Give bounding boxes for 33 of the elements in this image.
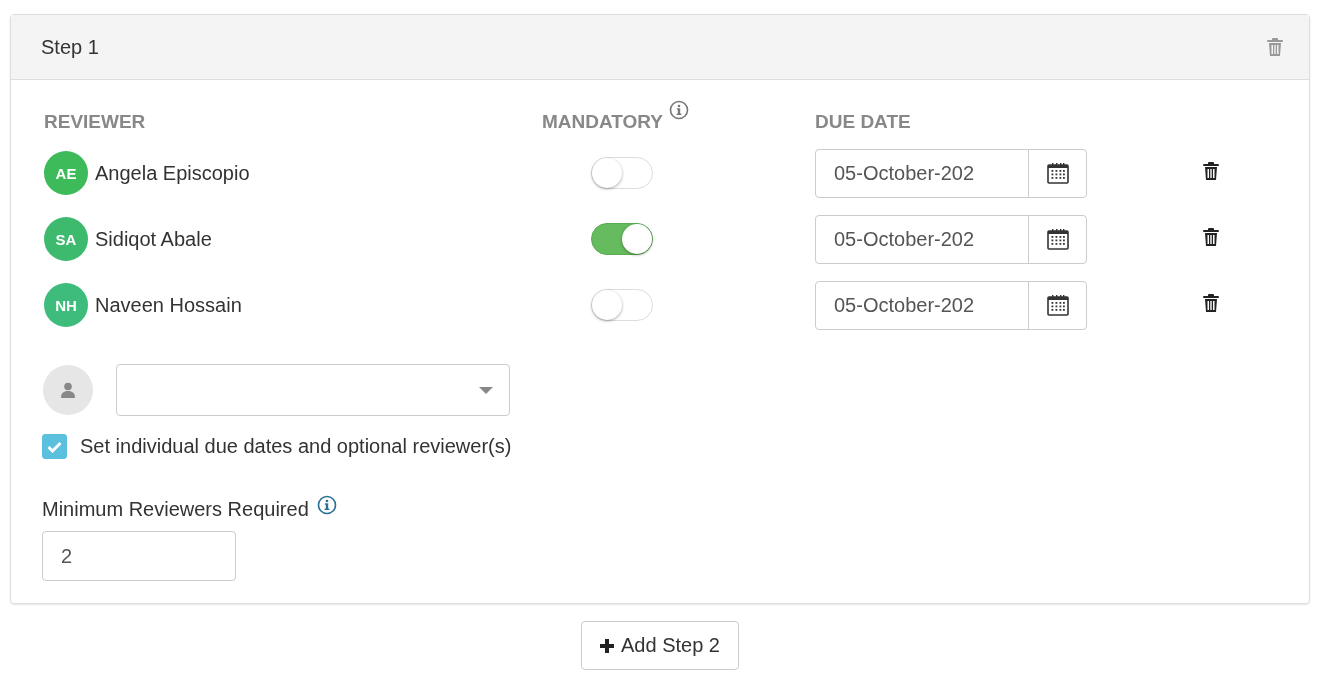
column-heading: REVIEWER xyxy=(44,111,146,133)
avatar: SA xyxy=(44,217,88,261)
delete-icon[interactable] xyxy=(1203,162,1219,180)
step-title: Step 1 xyxy=(41,35,99,59)
delete-icon[interactable] xyxy=(1203,228,1219,246)
field-label: Minimum Reviewers Required xyxy=(42,498,309,521)
toggle-switch[interactable] xyxy=(591,223,653,255)
column-heading: MANDATORY xyxy=(542,111,664,133)
date-field[interactable]: 05-October-202 xyxy=(815,148,1087,198)
number-input[interactable]: 2 xyxy=(42,531,236,581)
column-heading: DUE DATE xyxy=(815,111,911,133)
plus-icon xyxy=(600,638,614,653)
date-field[interactable]: 05-October-202 xyxy=(815,280,1087,330)
avatar: NH xyxy=(44,283,88,327)
delete-icon[interactable] xyxy=(1203,294,1219,312)
calendar-icon xyxy=(1046,162,1069,184)
add-step-button[interactable]: Add Step 2 xyxy=(581,621,739,670)
info-icon[interactable] xyxy=(669,100,690,120)
reviewer-name: Naveen Hossain xyxy=(95,293,242,317)
avatar: AE xyxy=(44,151,88,195)
reviewer-name: Angela Episcopio xyxy=(95,161,250,185)
calendar-icon xyxy=(1046,294,1069,316)
info-icon[interactable] xyxy=(316,495,337,515)
reviewer-select[interactable] xyxy=(116,364,510,416)
reviewer-name: Sidiqot Abale xyxy=(95,227,212,251)
calendar-icon xyxy=(1046,228,1069,250)
checkbox-label: Set individual due dates and optional reviewer(s) xyxy=(80,435,512,458)
person-avatar-icon xyxy=(43,365,93,415)
caret-icon xyxy=(479,386,493,394)
check-icon xyxy=(47,440,62,453)
checkbox[interactable] xyxy=(42,434,67,459)
delete-step-icon[interactable] xyxy=(1267,38,1283,56)
date-field[interactable]: 05-October-202 xyxy=(815,214,1087,264)
